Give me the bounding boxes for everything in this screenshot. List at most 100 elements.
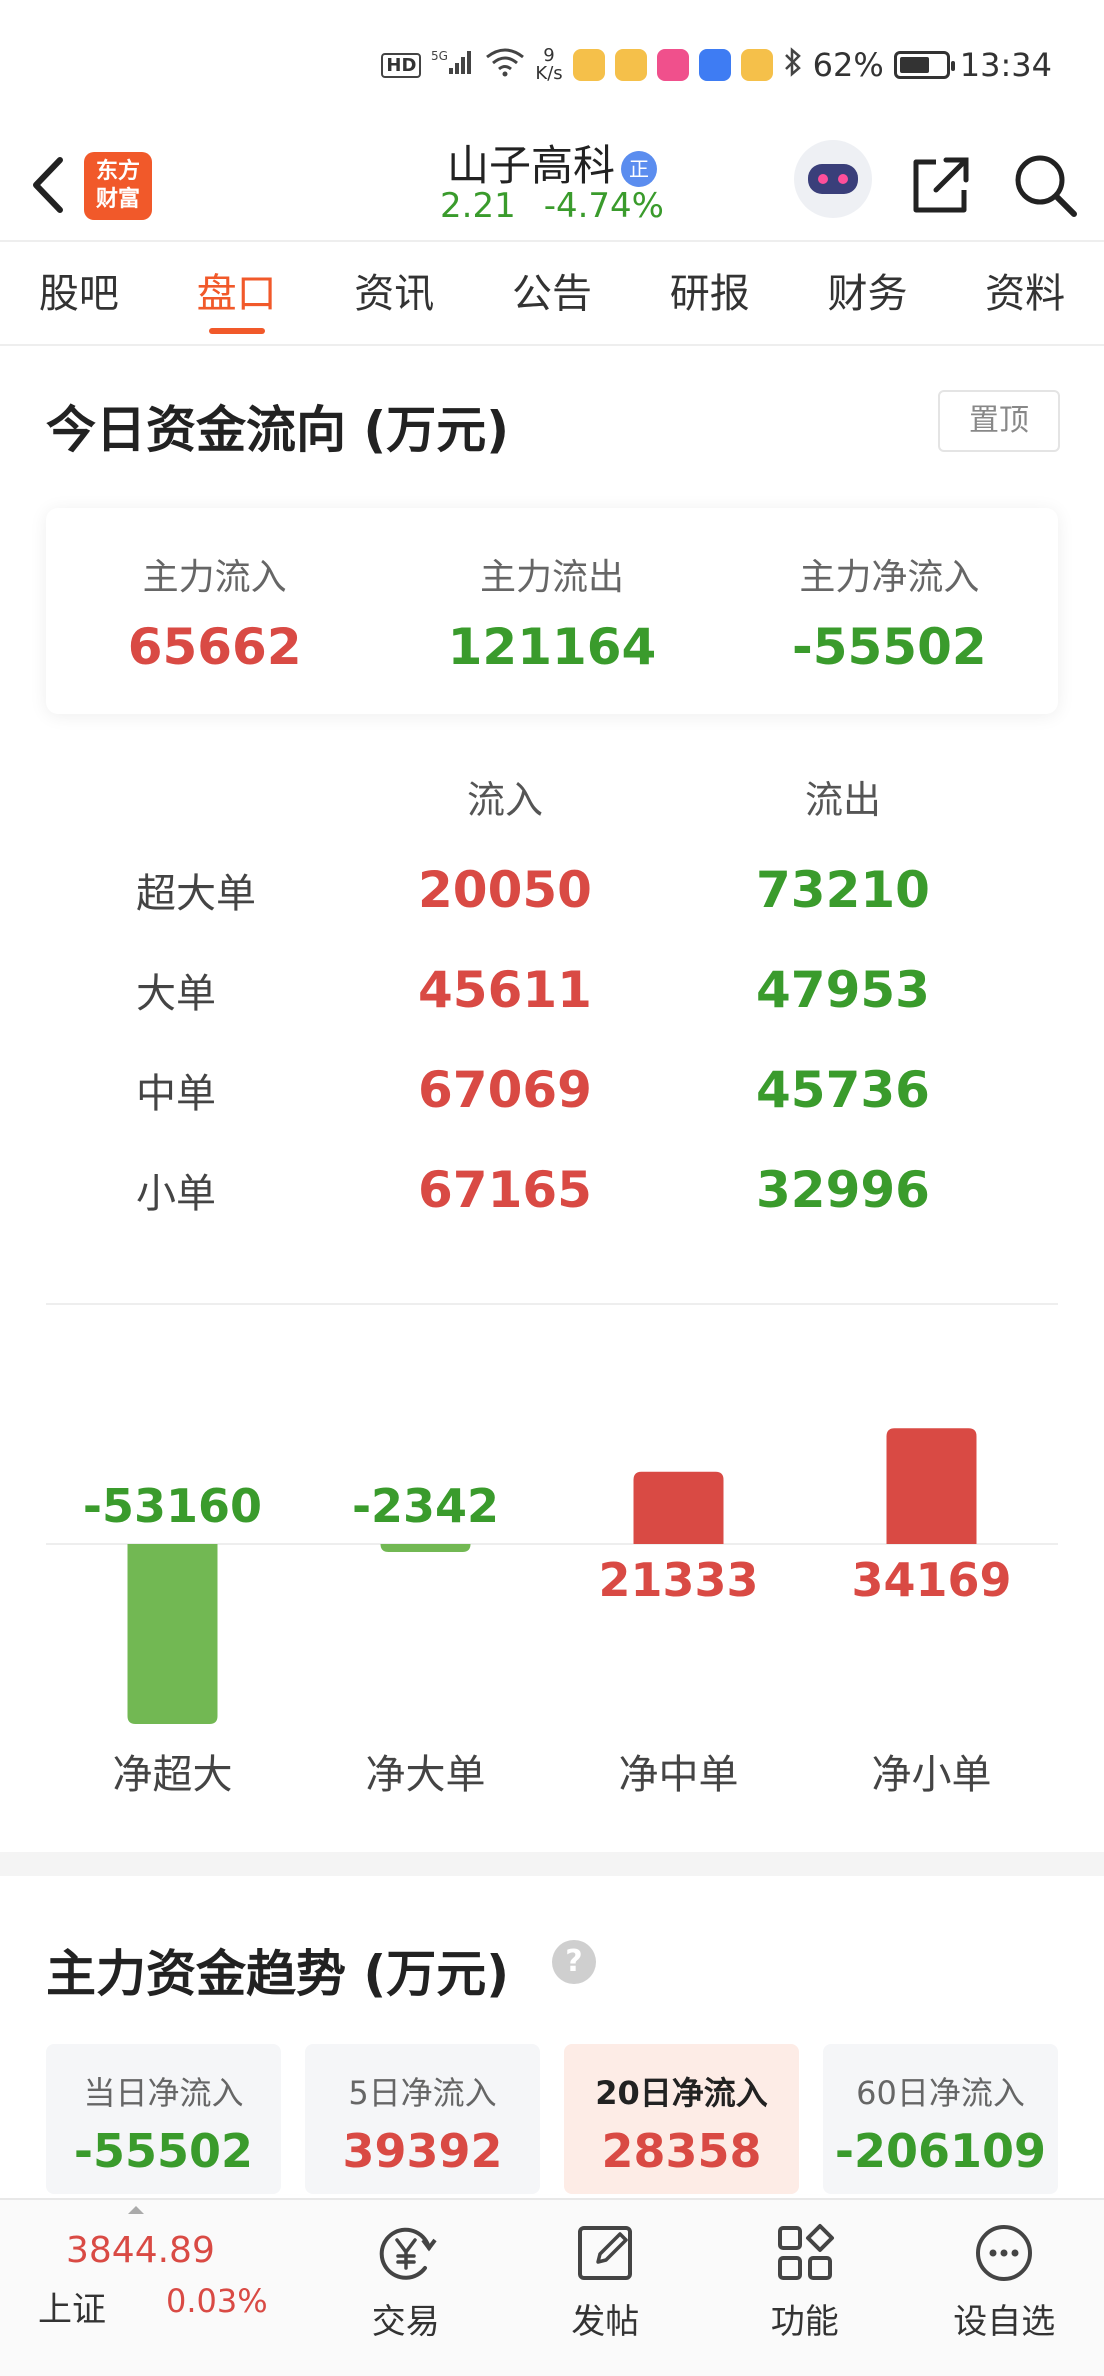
trend-card-today[interactable]: 当日净流入 -55502 xyxy=(46,2044,281,2194)
tab-pankou[interactable]: 盘口 xyxy=(158,244,316,344)
yuan-exchange-icon xyxy=(379,2227,437,2280)
outflow-value: 47953 xyxy=(756,961,930,1019)
chart-data-label: 21333 xyxy=(598,1553,758,1607)
nav-post[interactable]: 发帖 xyxy=(506,2200,706,2376)
table-header: 流入 流出 xyxy=(46,760,1058,840)
index-value: 3844.89 xyxy=(66,2230,215,2271)
nav-trade[interactable]: 交易 xyxy=(306,2200,506,2376)
trend-card-value: 39392 xyxy=(342,2124,503,2178)
nav-label: 交易 xyxy=(371,2302,440,2342)
search-icon[interactable] xyxy=(1010,150,1080,220)
verified-badge: 正 xyxy=(621,150,657,187)
section-divider xyxy=(46,1303,1058,1305)
net-speed: 9 K/s xyxy=(535,45,563,84)
trend-card-5d[interactable]: 5日净流入 39392 xyxy=(305,2044,540,2194)
weibo-icon xyxy=(572,49,605,81)
main-inflow: 主力流入 65662 xyxy=(46,508,383,714)
signal-icon: 5G xyxy=(431,48,475,83)
nav-label: 发帖 xyxy=(571,2302,640,2342)
clock: 13:34 xyxy=(959,46,1052,84)
trend-card-value: -206109 xyxy=(834,2124,1047,2178)
question-icon[interactable]: ? xyxy=(552,1940,596,1984)
chart-bar xyxy=(633,1471,724,1544)
tab-guba[interactable]: 股吧 xyxy=(0,244,158,344)
edit-icon xyxy=(578,2226,633,2280)
trend-card-label: 60日净流入 xyxy=(856,2074,1025,2112)
header-outflow: 流出 xyxy=(804,778,881,822)
tab-news[interactable]: 资讯 xyxy=(315,244,473,344)
trend-title: 主力资金趋势 (万元) xyxy=(46,1945,510,2003)
stock-price: 2.21 xyxy=(440,186,516,226)
outflow-value: 45736 xyxy=(756,1061,930,1119)
chart-category-label: 净大单 xyxy=(366,1752,486,1798)
index-ticker[interactable]: 3844.89 上证 0.03% xyxy=(0,2200,306,2376)
trend-card-label: 20日净流入 xyxy=(595,2074,768,2112)
main-net-inflow: 主力净流入 -55502 xyxy=(721,508,1058,714)
trend-card-label: 5日净流入 xyxy=(348,2074,497,2112)
header-inflow: 流入 xyxy=(466,778,543,822)
inflow-value: 67069 xyxy=(418,1061,592,1119)
svg-text:5G: 5G xyxy=(431,49,448,63)
weibo-icon xyxy=(740,49,773,81)
inflow-value: 67165 xyxy=(418,1161,592,1219)
chart-data-label: 34169 xyxy=(851,1553,1011,1607)
chart-category-label: 净超大 xyxy=(113,1752,233,1798)
wifi-icon xyxy=(485,47,525,84)
summary-value: -55502 xyxy=(791,618,987,676)
nav-add-watchlist[interactable]: 设自选 xyxy=(905,2200,1104,2376)
app-notification-icon xyxy=(656,49,689,81)
chart-bar xyxy=(127,1544,218,1724)
outflow-value: 73210 xyxy=(756,861,930,919)
battery-icon xyxy=(893,51,955,79)
hd-indicator: HD xyxy=(381,52,422,78)
tab-announcements[interactable]: 公告 xyxy=(473,244,631,344)
inflow-value: 20050 xyxy=(418,861,592,919)
summary-value: 121164 xyxy=(447,618,657,676)
stock-change-percent: -4.74% xyxy=(543,186,664,226)
order-size-flow-table: 流入 流出 超大单 20050 73210 大单 45611 47953 中单 … xyxy=(46,760,1058,1240)
more-icon xyxy=(976,2225,1033,2281)
trend-card-60d[interactable]: 60日净流入 -206109 xyxy=(823,2044,1058,2194)
table-row: 大单 45611 47953 xyxy=(46,940,1058,1040)
chart-bar xyxy=(886,1428,977,1544)
title-bar: 东方 财富 山子高科正 2.21 -4.74% xyxy=(0,130,1104,242)
trend-card-label: 当日净流入 xyxy=(83,2074,244,2112)
main-outflow: 主力流出 121164 xyxy=(383,508,720,714)
row-label: 小单 xyxy=(136,1171,216,1217)
trend-cards: 当日净流入 -55502 5日净流入 39392 20日净流入 28358 60… xyxy=(46,2044,1058,2194)
chart-data-label: -53160 xyxy=(83,1479,262,1533)
index-name: 上证 xyxy=(38,2290,106,2330)
tab-finance[interactable]: 财务 xyxy=(789,244,947,344)
tab-bar: 股吧 盘口 资讯 公告 研报 财务 资料 xyxy=(0,244,1104,346)
weibo-icon xyxy=(614,49,647,81)
bottom-nav: 3844.89 上证 0.03% 交易 发帖 功能 设自选 xyxy=(0,2198,1104,2376)
share-icon[interactable] xyxy=(906,152,974,220)
pin-to-top-button[interactable]: 置顶 xyxy=(938,390,1060,452)
nav-functions[interactable]: 功能 xyxy=(705,2200,905,2376)
trend-card-20d[interactable]: 20日净流入 28358 xyxy=(564,2044,799,2194)
baidu-icon xyxy=(698,49,731,81)
trend-card-value: 28358 xyxy=(601,2124,762,2178)
summary-label: 主力流入 xyxy=(142,557,287,598)
row-label: 超大单 xyxy=(136,871,256,917)
grid-icon xyxy=(777,2224,834,2280)
tab-profile[interactable]: 资料 xyxy=(946,244,1104,344)
caret-up-icon xyxy=(128,2206,144,2214)
tab-research[interactable]: 研报 xyxy=(631,244,789,344)
table-row: 中单 67069 45736 xyxy=(46,1040,1058,1140)
chart-data-label: -2342 xyxy=(352,1479,499,1533)
nav-label: 设自选 xyxy=(953,2302,1056,2342)
assistant-robot-icon[interactable] xyxy=(794,140,872,218)
status-bar: HD 5G 9 K/s 62% 13:34 xyxy=(0,0,1104,130)
net-flow-bar-chart: -53160 净超大 -2342 净大单 21333 净中单 34169 净小单 xyxy=(46,1428,1058,1798)
battery-percent: 62% xyxy=(812,46,884,84)
header-blank xyxy=(46,760,336,840)
chart-category-label: 净小单 xyxy=(872,1752,992,1798)
summary-label: 主力流出 xyxy=(479,557,624,598)
fund-flow-summary-card: 主力流入 65662 主力流出 121164 主力净流入 -55502 xyxy=(46,508,1058,714)
trend-card-value: -55502 xyxy=(73,2124,254,2178)
table-row: 超大单 20050 73210 xyxy=(46,840,1058,940)
nav-label: 功能 xyxy=(770,2302,839,2342)
bluetooth-icon xyxy=(783,46,803,84)
outflow-value: 32996 xyxy=(756,1161,930,1219)
